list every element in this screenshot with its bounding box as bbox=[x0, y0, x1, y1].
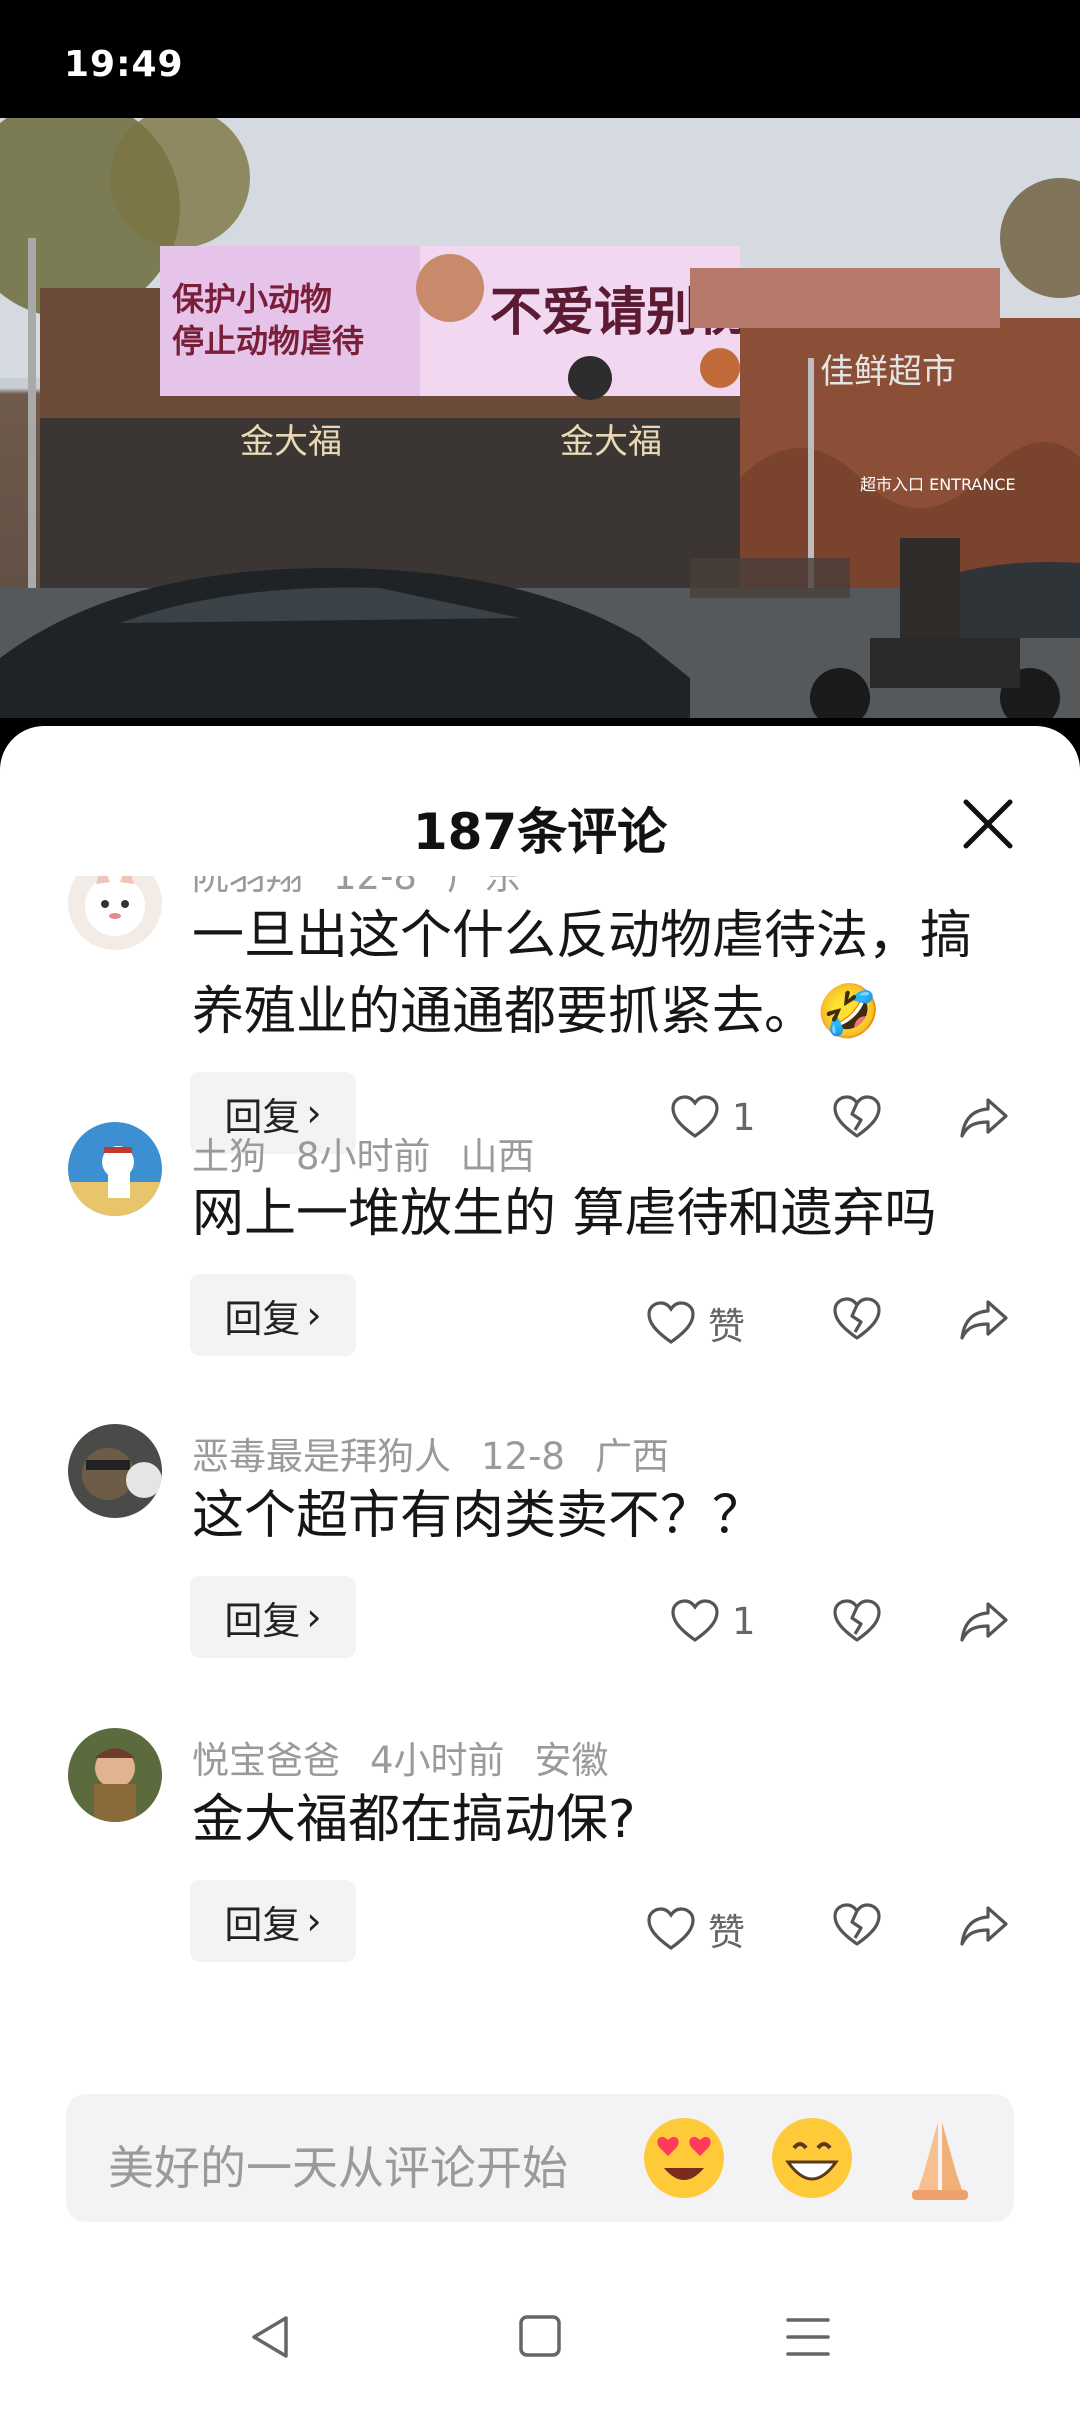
comment-list[interactable]: 阮羽翔 12-8 广东 一旦出这个什么反动物虐待法，搞养殖业的通通都要抓紧去。🤣 回… bbox=[0, 876, 1080, 2074]
comment-item: 恶毒最是拜狗人 12-8 广西 这个超市有肉类卖不？？ 回复 › bbox=[0, 1416, 1080, 1716]
svg-text:金大福: 金大福 bbox=[240, 422, 342, 462]
share-button[interactable] bbox=[958, 1902, 1010, 1948]
comment-meta: 土狗 8小时前 山西 bbox=[192, 1126, 565, 1180]
status-time: 19:49 bbox=[64, 44, 184, 85]
like-count: 1 bbox=[732, 1599, 756, 1643]
svg-text:超市入口 ENTRANCE: 超市入口 ENTRANCE bbox=[860, 475, 1016, 494]
share-button[interactable] bbox=[958, 1094, 1010, 1140]
comment-username[interactable]: 恶毒最是拜狗人 bbox=[192, 1435, 451, 1478]
comment-text[interactable]: 一旦出这个什么反动物虐待法，搞养殖业的通通都要抓紧去。🤣 bbox=[192, 898, 1022, 1050]
comment-time: 12-8 bbox=[333, 876, 417, 898]
comment-location: 山西 bbox=[460, 1135, 535, 1178]
like-count: 赞 bbox=[708, 1305, 745, 1348]
broken-heart-icon bbox=[833, 1903, 881, 1946]
back-icon[interactable] bbox=[246, 2312, 296, 2362]
avatar[interactable] bbox=[68, 1122, 162, 1216]
avatar[interactable] bbox=[68, 1424, 162, 1518]
comment-meta: 阮羽翔 12-8 广东 bbox=[192, 876, 551, 900]
reply-button[interactable]: 回复 › bbox=[190, 1576, 356, 1658]
avatar[interactable] bbox=[68, 1728, 162, 1822]
share-button[interactable] bbox=[958, 1598, 1010, 1644]
share-icon bbox=[960, 1098, 1008, 1138]
comment-time: 8小时前 bbox=[296, 1135, 431, 1178]
chevron-right-icon: › bbox=[306, 1899, 322, 1943]
dislike-button[interactable] bbox=[832, 1598, 882, 1644]
comment-time: 4小时前 bbox=[370, 1739, 505, 1782]
comment-username[interactable]: 悦宝爸爸 bbox=[192, 1739, 340, 1782]
comment-text[interactable]: 金大福都在搞动保? bbox=[192, 1782, 1022, 1858]
share-icon bbox=[960, 1906, 1008, 1946]
like-button[interactable]: 赞 bbox=[646, 1296, 745, 1350]
heart-icon bbox=[647, 1907, 695, 1950]
comment-meta: 恶毒最是拜狗人 12-8 广西 bbox=[192, 1426, 699, 1480]
heart-eyes-emoji-button[interactable] bbox=[638, 2112, 730, 2204]
billboard-left-text: 保护小动物 bbox=[172, 280, 332, 318]
reply-button[interactable]: 回复 › bbox=[190, 1274, 356, 1356]
like-button[interactable]: 赞 bbox=[646, 1902, 745, 1956]
comment-count-title: 187条评论 bbox=[412, 803, 668, 861]
share-icon bbox=[960, 1602, 1008, 1642]
broken-heart-icon bbox=[833, 1599, 881, 1642]
comment-input-placeholder: 美好的一天从评论开始 bbox=[108, 2141, 568, 2195]
chevron-right-icon: › bbox=[306, 1595, 322, 1639]
comment-location: 广西 bbox=[594, 1435, 669, 1478]
pray-emoji-button[interactable] bbox=[894, 2112, 986, 2204]
comment-location: 广东 bbox=[446, 876, 521, 898]
dislike-button[interactable] bbox=[832, 1902, 882, 1948]
like-count: 赞 bbox=[708, 1911, 745, 1954]
heart-icon bbox=[671, 1599, 719, 1642]
reply-label: 回复 bbox=[224, 1296, 301, 1341]
comment-text[interactable]: 网上一堆放生的 算虐待和遗弃吗 bbox=[192, 1176, 1022, 1252]
dislike-button[interactable] bbox=[832, 1094, 882, 1140]
svg-text:停止动物虐待: 停止动物虐待 bbox=[172, 322, 364, 360]
dislike-button[interactable] bbox=[832, 1296, 882, 1342]
comment-meta: 悦宝爸爸 4小时前 安徽 bbox=[192, 1730, 639, 1784]
comment-username[interactable]: 阮羽翔 bbox=[192, 876, 303, 898]
comment-input[interactable]: 美好的一天从评论开始 bbox=[66, 2094, 1014, 2222]
share-icon bbox=[960, 1300, 1008, 1340]
grin-emoji-button[interactable] bbox=[766, 2112, 858, 2204]
close-button[interactable] bbox=[952, 788, 1024, 860]
reply-button[interactable]: 回复 › bbox=[190, 1880, 356, 1962]
chevron-right-icon: › bbox=[306, 1293, 322, 1337]
comment-item: 悦宝爸爸 4小时前 安徽 金大福都在搞动保? 回复 › bbox=[0, 1718, 1080, 2038]
svg-text:佳鲜超市: 佳鲜超市 bbox=[820, 352, 956, 392]
home-icon[interactable] bbox=[516, 2312, 564, 2360]
comment-location: 安徽 bbox=[534, 1739, 609, 1782]
comment-username[interactable]: 土狗 bbox=[192, 1135, 266, 1178]
close-icon bbox=[963, 799, 1013, 849]
street-scene-image: 保护小动物 停止动物虐待 不爱请别伤害 金大福 金大福 佳鲜超市 超市入口 EN… bbox=[0, 118, 1080, 718]
broken-heart-icon bbox=[833, 1297, 881, 1340]
system-navigation-bar bbox=[0, 2270, 1080, 2412]
svg-text:金大福: 金大福 bbox=[560, 422, 662, 462]
comment-item: 阮羽翔 12-8 广东 一旦出这个什么反动物虐待法，搞养殖业的通通都要抓紧去。🤣 回… bbox=[0, 876, 1080, 1154]
comment-time: 12-8 bbox=[481, 1435, 565, 1478]
reply-label: 回复 bbox=[224, 1598, 301, 1643]
menu-icon[interactable] bbox=[782, 2312, 834, 2362]
broken-heart-icon bbox=[833, 1095, 881, 1138]
video-frame[interactable]: 保护小动物 停止动物虐待 不爱请别伤害 金大福 金大福 佳鲜超市 超市入口 EN… bbox=[0, 118, 1080, 718]
like-button[interactable]: 1 bbox=[670, 1598, 756, 1644]
avatar[interactable] bbox=[68, 876, 162, 950]
heart-icon bbox=[647, 1301, 695, 1344]
comment-item: 土狗 8小时前 山西 网上一堆放生的 算虐待和遗弃吗 回复 › bbox=[0, 1112, 1080, 1412]
status-bar: 19:49 bbox=[0, 0, 1080, 118]
reply-label: 回复 bbox=[224, 1902, 301, 1947]
share-button[interactable] bbox=[958, 1296, 1010, 1342]
comment-text[interactable]: 这个超市有肉类卖不？？ bbox=[192, 1478, 1022, 1554]
